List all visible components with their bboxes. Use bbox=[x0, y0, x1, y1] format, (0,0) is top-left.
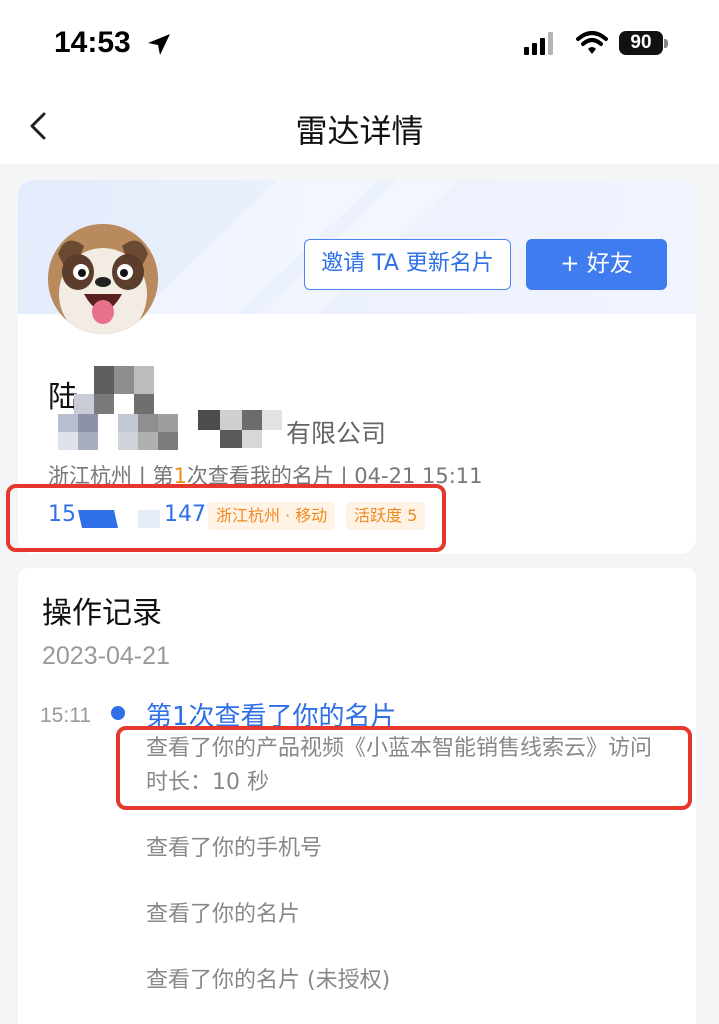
company-name: 有限公司 bbox=[286, 419, 387, 448]
wifi-icon bbox=[576, 31, 608, 54]
records-title: 操作记录 bbox=[42, 596, 162, 631]
status-bar: 14:53 90 bbox=[0, 0, 719, 88]
avatar[interactable] bbox=[48, 224, 158, 334]
dog-avatar-image bbox=[48, 224, 158, 334]
location-arrow-icon bbox=[148, 34, 170, 55]
nav-bar: 雷达详情 bbox=[0, 88, 719, 164]
battery-icon: 90 bbox=[619, 31, 663, 55]
record-detail: 查看了你的名片 (未授权) bbox=[146, 968, 391, 993]
record-time: 15:11 bbox=[40, 704, 91, 727]
status-time: 14:53 bbox=[54, 26, 131, 59]
annotation-box-phone bbox=[6, 484, 446, 552]
page-title: 雷达详情 bbox=[295, 112, 424, 150]
battery-tip bbox=[664, 39, 668, 48]
annotation-box-video-detail bbox=[116, 726, 692, 810]
record-detail: 查看了你的名片 bbox=[146, 902, 301, 927]
invite-update-card-button[interactable]: 邀请 TA 更新名片 bbox=[304, 239, 511, 290]
add-friend-button[interactable]: + 好友 bbox=[526, 239, 667, 290]
record-detail: 查看了你的手机号 bbox=[146, 836, 323, 861]
records-date: 2023-04-21 bbox=[42, 642, 170, 670]
timeline-dot bbox=[111, 706, 125, 720]
redaction-mosaic bbox=[58, 366, 282, 450]
